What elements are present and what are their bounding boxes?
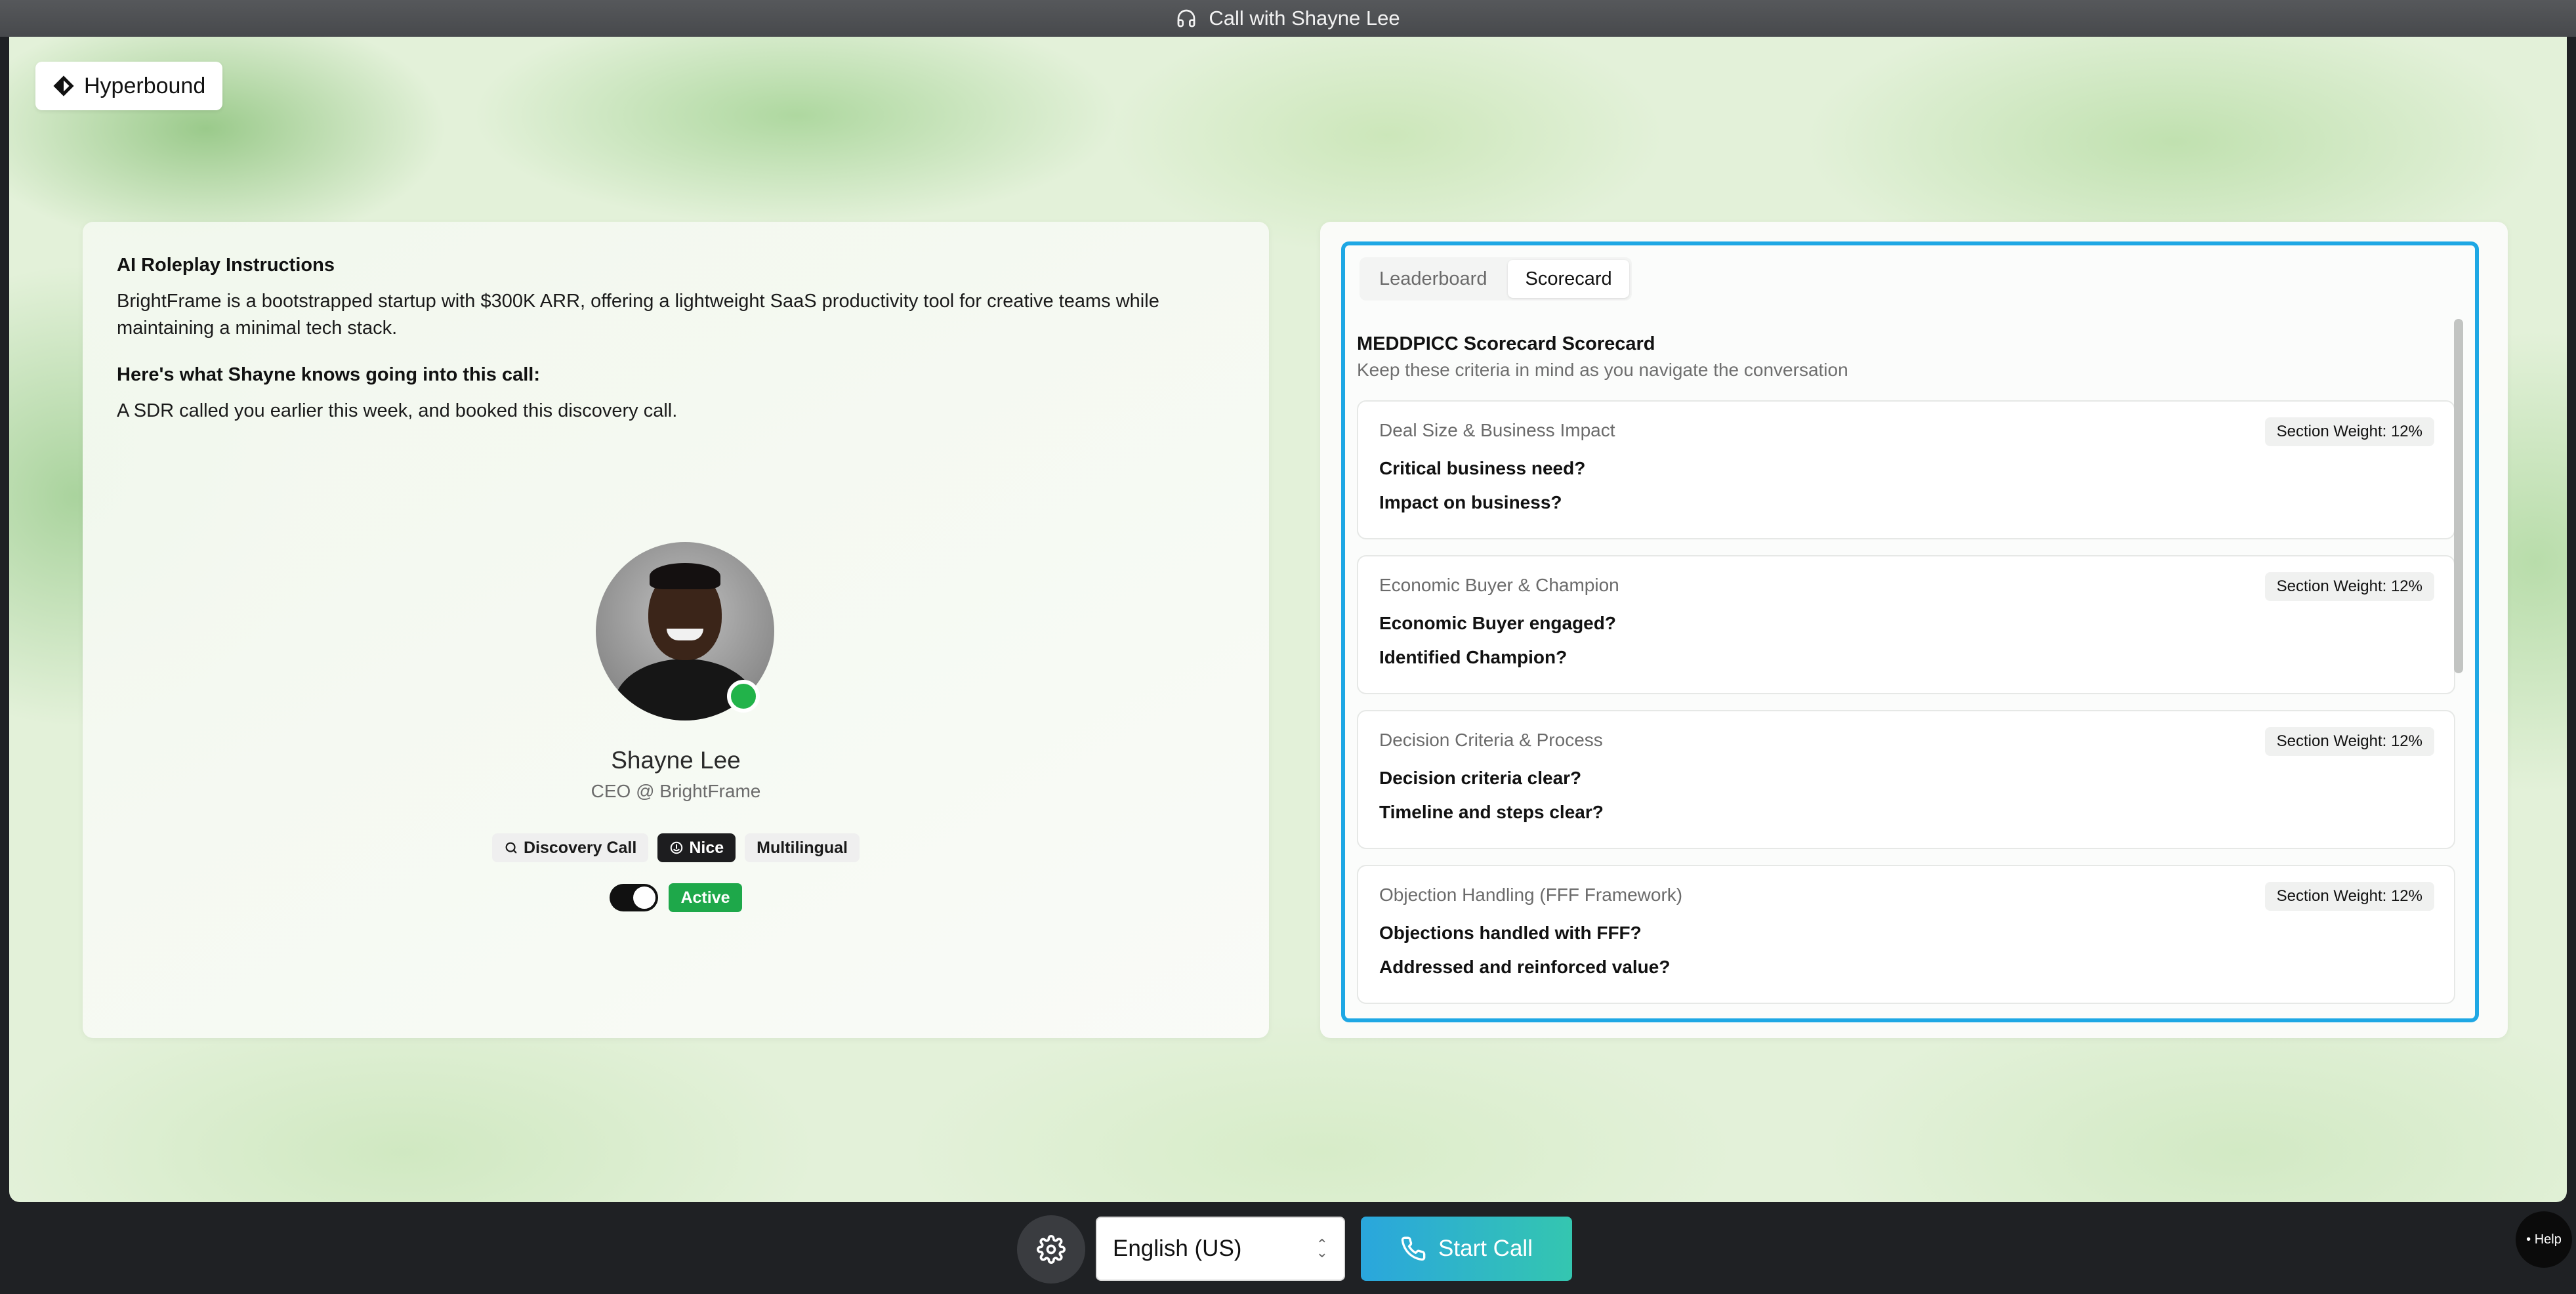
scorecard-subtitle: Keep these criteria in mind as you navig…	[1357, 360, 1848, 380]
section-question: Objections handled with FFF?	[1379, 923, 1642, 943]
instructions-heading: AI Roleplay Instructions	[117, 255, 335, 276]
phone-icon	[1401, 1236, 1426, 1261]
headphones-icon	[1178, 9, 1195, 28]
window-title: Call with Shayne Lee	[1209, 7, 1400, 30]
persona-tags: Discovery Call Nice Multilingual	[83, 833, 1269, 862]
scorecard-panel: Leaderboard Scorecard MEDDPICC Scorecard…	[1320, 222, 2508, 1038]
section-question: Addressed and reinforced value?	[1379, 957, 1671, 977]
instructions-description: BrightFrame is a bootstrapped startup wi…	[117, 291, 1159, 339]
search-icon	[505, 842, 517, 854]
section-question: Critical business need?	[1379, 458, 1586, 478]
section-title: Deal Size & Business Impact	[1379, 420, 1615, 440]
language-select[interactable]: English (US) ⌃ ⌄	[1096, 1217, 1345, 1281]
section-weight-badge: Section Weight: 12%	[2264, 727, 2434, 756]
scorecard-title: MEDDPICC Scorecard Scorecard	[1357, 333, 1655, 354]
section-card: Economic Buyer & Champion Section Weight…	[1357, 555, 2455, 694]
help-button[interactable]: • Help	[2516, 1211, 2572, 1268]
tab-scorecard[interactable]: Scorecard	[1508, 260, 1629, 298]
section-question: Economic Buyer engaged?	[1379, 613, 1616, 633]
scrollbar[interactable]	[2454, 315, 2464, 1014]
tab-list: Leaderboard Scorecard	[1360, 257, 1632, 301]
tab-leaderboard[interactable]: Leaderboard	[1362, 260, 1504, 298]
section-card: Decision Criteria & Process Section Weig…	[1357, 710, 2455, 849]
scorecard-frame: Leaderboard Scorecard MEDDPICC Scorecard…	[1341, 241, 2479, 1022]
section-question: Identified Champion?	[1379, 647, 1568, 667]
section-title: Decision Criteria & Process	[1379, 730, 1603, 750]
settings-button[interactable]	[1017, 1215, 1085, 1284]
start-call-label: Start Call	[1438, 1236, 1533, 1261]
window-title-bar: Call with Shayne Lee	[0, 0, 2576, 37]
tag-multilingual: Multilingual	[745, 833, 860, 862]
scorecard-sections: Deal Size & Business Impact Section Weig…	[1357, 400, 2455, 1018]
section-question: Decision criteria clear?	[1379, 768, 1582, 788]
section-card: Objection Handling (FFF Framework) Secti…	[1357, 865, 2455, 1004]
online-status-dot	[727, 680, 760, 713]
call-stage: Hyperbound AI Roleplay Instructions Brig…	[9, 37, 2567, 1202]
section-weight-badge: Section Weight: 12%	[2264, 417, 2434, 446]
section-weight-badge: Section Weight: 12%	[2264, 882, 2434, 911]
section-title: Objection Handling (FFF Framework)	[1379, 885, 1683, 905]
active-toggle[interactable]	[610, 884, 659, 911]
roleplay-instructions: AI Roleplay Instructions BrightFrame is …	[117, 255, 1232, 425]
scrollbar-thumb[interactable]	[2454, 319, 2463, 673]
persona-role: CEO @ BrightFrame	[591, 781, 761, 801]
knows-heading: Here's what Shayne knows going into this…	[117, 364, 541, 385]
status-row: Active	[83, 883, 1269, 912]
tag-discovery-call: Discovery Call	[491, 833, 649, 862]
section-weight-badge: Section Weight: 12%	[2264, 572, 2434, 601]
section-title: Economic Buyer & Champion	[1379, 575, 1619, 595]
help-label: • Help	[2526, 1232, 2562, 1247]
smile-icon	[671, 841, 683, 854]
hyperbound-logo-icon	[53, 75, 74, 96]
section-question: Impact on business?	[1379, 492, 1562, 512]
brand-name: Hyperbound	[84, 73, 206, 98]
gear-icon	[1037, 1235, 1066, 1264]
tag-nice: Nice	[657, 833, 736, 862]
brand-logo[interactable]: Hyperbound	[35, 62, 223, 110]
status-badge: Active	[669, 883, 742, 912]
section-question: Timeline and steps clear?	[1379, 802, 1604, 822]
knows-text: A SDR called you earlier this week, and …	[117, 400, 678, 421]
persona-name: Shayne Lee	[611, 747, 741, 774]
start-call-button[interactable]: Start Call	[1361, 1217, 1572, 1281]
chevron-updown-icon: ⌃ ⌄	[1316, 1236, 1328, 1261]
persona-panel: AI Roleplay Instructions BrightFrame is …	[83, 222, 1269, 1038]
section-card: Deal Size & Business Impact Section Weig…	[1357, 400, 2455, 539]
language-value: English (US)	[1113, 1236, 1242, 1261]
